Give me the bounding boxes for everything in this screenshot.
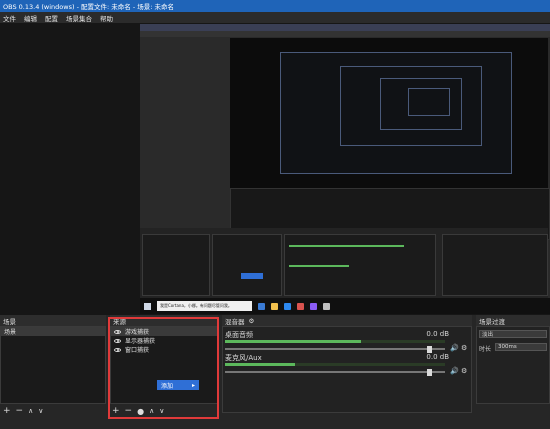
nested-meter xyxy=(289,245,404,247)
add-source-button[interactable]: 添加 ▸ xyxy=(157,380,199,390)
audio-mixer: 桌面音频 0.0 dB 🔊 ⚙ 麦克风/Aux 0.0 dB 🔊 ⚙ xyxy=(222,326,472,413)
volume-slider[interactable] xyxy=(225,368,445,376)
menu-bar: 文件 编辑 配置 场景集合 帮助 xyxy=(0,12,550,23)
nested-add-button xyxy=(241,273,263,279)
transitions-panel-header: 场景过渡 xyxy=(476,315,550,326)
nested-transitions-panel xyxy=(442,234,548,296)
sources-title: 来源 xyxy=(113,317,126,326)
add-scene-icon[interactable]: + xyxy=(3,406,11,416)
nested-preview xyxy=(230,38,550,243)
chevron-right-icon: ▸ xyxy=(191,381,195,389)
duration-value: 300ms xyxy=(498,344,517,350)
edge-icon xyxy=(258,302,265,310)
volume-slider-knob[interactable] xyxy=(426,345,432,353)
eye-icon[interactable] xyxy=(114,338,121,343)
eye-icon[interactable] xyxy=(114,329,121,334)
nested-meter xyxy=(289,265,349,267)
channel-db: 0.0 dB xyxy=(426,353,449,361)
eye-icon[interactable] xyxy=(114,347,121,352)
move-down-icon[interactable]: ∨ xyxy=(159,407,164,415)
app-icon xyxy=(297,302,304,310)
source-item-label: 游戏捕获 xyxy=(125,329,150,336)
speaker-icon[interactable]: 🔊 xyxy=(450,367,459,375)
volume-meter-fill xyxy=(225,363,296,366)
taskbar: 我是Cortana，小娜。有问题尽管问我。 xyxy=(140,298,550,314)
folder-icon xyxy=(271,302,278,310)
app-icon xyxy=(310,302,317,310)
obs-icon xyxy=(323,302,330,310)
duration-input[interactable]: 300ms xyxy=(495,343,547,351)
channel-name: 麦克风/Aux xyxy=(225,354,262,362)
window-title-bar: OBS 0.13.4 (windows) - 配置文件: 未命名 - 场景: 未… xyxy=(0,0,550,12)
scenes-list[interactable]: 场景 xyxy=(0,326,106,404)
sources-toolbar: + − ● ∧ ∨ xyxy=(112,406,164,416)
cortana-search-box: 我是Cortana，小娜。有问题尽管问我。 xyxy=(157,301,252,311)
volume-slider[interactable] xyxy=(225,345,445,353)
gear-icon[interactable]: ⚙ xyxy=(461,344,468,352)
sources-list[interactable]: 游戏捕获 显示器捕获 窗口捕获 添加 ▸ xyxy=(110,326,218,404)
nested-scenes-panel xyxy=(142,234,210,296)
recursive-preview-frame xyxy=(408,88,450,116)
nested-mixer-panel xyxy=(284,234,436,296)
transition-select[interactable]: 淡出 xyxy=(479,330,547,338)
menu-scene-collection[interactable]: 场景集合 xyxy=(66,13,92,23)
remove-source-icon[interactable]: − xyxy=(125,406,133,416)
sources-panel-header: 来源 xyxy=(110,315,218,326)
mixer-title: 混音器 xyxy=(225,317,245,326)
gear-icon[interactable]: ⚙ xyxy=(249,317,255,325)
add-source-icon[interactable]: + xyxy=(112,406,120,416)
source-item[interactable]: 游戏捕获 xyxy=(111,327,217,336)
menu-help[interactable]: 帮助 xyxy=(100,13,113,23)
add-source-label: 添加 xyxy=(161,382,174,390)
transitions-title: 场景过渡 xyxy=(479,317,505,326)
source-item-label: 显示器捕获 xyxy=(125,338,156,345)
gear-icon[interactable]: ⚙ xyxy=(461,367,468,375)
transition-select-value: 淡出 xyxy=(482,332,494,338)
scenes-title: 场景 xyxy=(3,317,16,326)
move-up-icon[interactable]: ∧ xyxy=(149,407,154,415)
nested-sources-panel xyxy=(212,234,282,296)
speaker-icon[interactable]: 🔊 xyxy=(450,344,459,352)
channel-name: 桌面音频 xyxy=(225,331,253,339)
menu-edit[interactable]: 编辑 xyxy=(24,13,37,23)
duration-label: 时长 xyxy=(479,346,492,353)
remove-scene-icon[interactable]: − xyxy=(16,406,24,416)
mixer-panel-header: 混音器 ⚙ xyxy=(222,315,472,326)
volume-meter xyxy=(225,363,445,366)
menu-file[interactable]: 文件 xyxy=(3,13,16,23)
source-properties-icon[interactable]: ● xyxy=(137,407,144,416)
store-icon xyxy=(284,302,291,310)
volume-slider-knob[interactable] xyxy=(426,368,432,376)
menu-profile[interactable]: 配置 xyxy=(45,13,58,23)
volume-meter-fill xyxy=(225,340,362,343)
nested-window-titlebar xyxy=(140,24,550,31)
move-down-icon[interactable]: ∨ xyxy=(38,407,43,415)
bottom-dock: 场景 场景 + − ∧ ∨ 来源 游戏捕获 显示器捕获 窗口捕获 添加 ▸ + … xyxy=(0,315,550,429)
preview-canvas[interactable]: 我是Cortana，小娜。有问题尽管问我。 xyxy=(140,24,550,314)
volume-meter xyxy=(225,340,445,343)
move-up-icon[interactable]: ∧ xyxy=(28,407,33,415)
source-item-label: 窗口捕获 xyxy=(125,347,150,354)
scene-item[interactable]: 场景 xyxy=(1,327,105,336)
transitions-panel: 淡出 时长 300ms xyxy=(476,326,550,404)
window-title: OBS 0.13.4 (windows) - 配置文件: 未命名 - 场景: 未… xyxy=(3,3,174,11)
scene-item-label: 场景 xyxy=(4,329,17,336)
source-item[interactable]: 窗口捕获 xyxy=(111,345,217,354)
windows-start-icon xyxy=(144,302,151,310)
scenes-toolbar: + − ∧ ∨ xyxy=(3,406,43,416)
channel-db: 0.0 dB xyxy=(426,330,449,338)
nested-window-menu xyxy=(140,31,550,37)
scenes-panel-header: 场景 xyxy=(0,315,106,326)
source-item[interactable]: 显示器捕获 xyxy=(111,336,217,345)
